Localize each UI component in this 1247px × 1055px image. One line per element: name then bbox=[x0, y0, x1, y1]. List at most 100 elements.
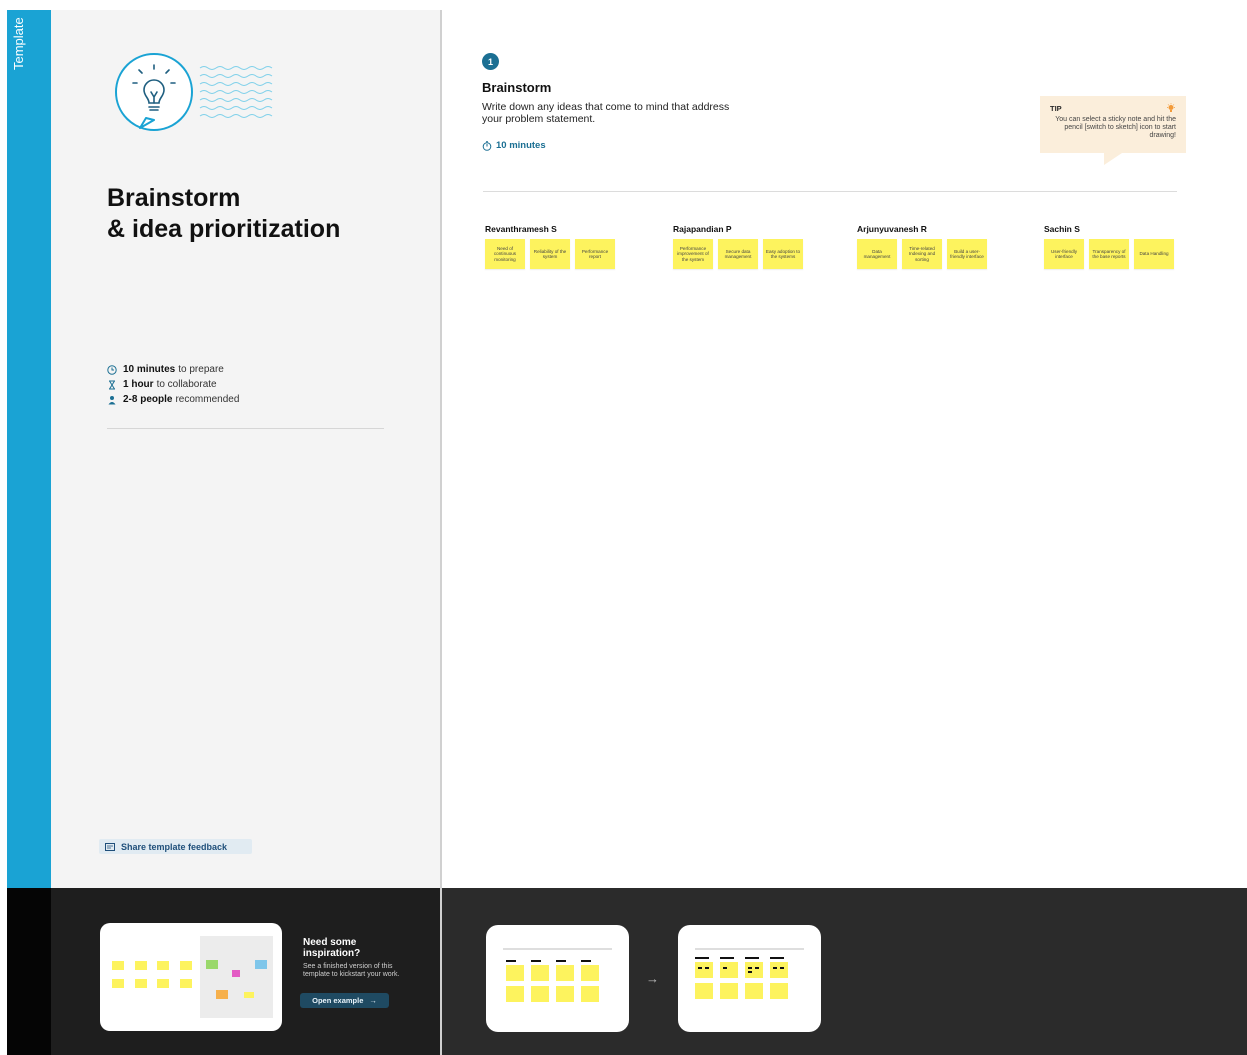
flow-dot bbox=[698, 967, 702, 969]
tip-tail bbox=[1104, 153, 1122, 165]
meta-people-text: recommended bbox=[175, 394, 240, 405]
meta-prepare-bold: 10 minutes bbox=[123, 364, 176, 375]
flow-bar bbox=[531, 960, 541, 962]
meta-collaborate: 1 hour to collaborate bbox=[107, 377, 239, 392]
flow-dot bbox=[773, 967, 777, 969]
inspiration-block: Need some inspiration? See a finished ve… bbox=[303, 937, 403, 979]
left-divider bbox=[107, 428, 384, 429]
example-thumbnail[interactable] bbox=[100, 923, 282, 1031]
template-label: Template bbox=[11, 17, 26, 70]
flow-sticky bbox=[695, 983, 713, 999]
flow-sticky bbox=[581, 986, 599, 1002]
share-feedback-label: Share template feedback bbox=[121, 841, 228, 852]
open-example-label: Open example bbox=[312, 996, 364, 1005]
flow-sticky bbox=[770, 983, 788, 999]
flow-dot bbox=[748, 967, 752, 969]
sticky-note[interactable]: Performance improvement of the system bbox=[673, 239, 713, 269]
page-title-line-2: & idea prioritization bbox=[107, 215, 341, 243]
hourglass-icon bbox=[109, 380, 115, 389]
person-group-arjunyuvanesh: Arjunyuvanesh R Data management Time-rel… bbox=[857, 224, 987, 269]
flow-sticky bbox=[720, 983, 738, 999]
flow-dot bbox=[755, 967, 759, 969]
bottom-strip bbox=[7, 888, 51, 1055]
template-meta-list: 10 minutes to prepare 1 hour to collabor… bbox=[107, 362, 239, 407]
sticky-note[interactable]: Transparency of the base reports bbox=[1089, 239, 1129, 269]
flow-sticky bbox=[745, 962, 763, 978]
flow-sticky bbox=[506, 986, 524, 1002]
flow-sticky bbox=[531, 965, 549, 981]
sticky-note[interactable]: Build a user-friendly interface bbox=[947, 239, 987, 269]
sticky-note[interactable]: Data management bbox=[857, 239, 897, 269]
flow-bar bbox=[770, 957, 784, 959]
person-name: Arjunyuvanesh R bbox=[857, 224, 927, 234]
lightbulb-speech-icon bbox=[115, 53, 273, 131]
open-example-button[interactable]: Open example → bbox=[300, 993, 389, 1008]
flow-sticky bbox=[581, 965, 599, 981]
mini-sticky bbox=[112, 961, 124, 970]
mini-sticky bbox=[157, 961, 169, 970]
flow-bar bbox=[695, 957, 709, 959]
sticky-note[interactable]: Need of continuous monitoring bbox=[485, 239, 525, 269]
timer-icon bbox=[482, 140, 492, 151]
flow-sticky bbox=[770, 962, 788, 978]
meta-prepare-text: to prepare bbox=[178, 364, 224, 375]
mini-sticky bbox=[206, 960, 218, 969]
person-group-revanthramesh: Revanthramesh S Need of continuous monit… bbox=[485, 224, 615, 269]
page-title-line-1: Brainstorm bbox=[107, 184, 241, 212]
mini-sticky bbox=[216, 990, 228, 999]
flow-sticky bbox=[556, 965, 574, 981]
sticky-note[interactable]: Performance report bbox=[575, 239, 615, 269]
step-number-badge: 1 bbox=[482, 53, 499, 70]
share-feedback-button[interactable]: Share template feedback bbox=[99, 839, 252, 854]
mini-sticky bbox=[180, 979, 192, 988]
mini-sticky bbox=[135, 979, 147, 988]
meta-prepare: 10 minutes to prepare bbox=[107, 362, 239, 377]
mini-sticky bbox=[244, 992, 254, 998]
meta-collaborate-bold: 1 hour bbox=[123, 379, 154, 390]
right-divider bbox=[483, 191, 1177, 192]
template-side-strip bbox=[7, 10, 51, 888]
arrow-right-icon: → bbox=[646, 971, 659, 986]
sticky-note[interactable]: User-friendly interface bbox=[1044, 239, 1084, 269]
mini-sticky bbox=[135, 961, 147, 970]
tip-text: You can select a sticky note and hit the… bbox=[1055, 116, 1176, 139]
step-duration-text: 10 minutes bbox=[496, 140, 546, 151]
sticky-note[interactable]: Data Handling bbox=[1134, 239, 1174, 269]
template-info-panel bbox=[51, 10, 440, 888]
person-group-rajapandian: Rajapandian P Performance improvement of… bbox=[673, 224, 803, 269]
sticky-note[interactable]: Reliability of the system bbox=[530, 239, 570, 269]
person-group-sachin: Sachin S User-friendly interface Transpa… bbox=[1044, 224, 1174, 269]
mini-sticky bbox=[180, 961, 192, 970]
mini-sticky bbox=[232, 970, 240, 977]
feedback-icon bbox=[105, 842, 115, 851]
flow-sticky bbox=[695, 962, 713, 978]
flow-line bbox=[695, 948, 804, 950]
tip-title: TIP bbox=[1050, 104, 1062, 113]
mini-sticky bbox=[112, 979, 124, 988]
flow-dot bbox=[748, 971, 752, 973]
flow-dot bbox=[780, 967, 784, 969]
flow-dot bbox=[705, 967, 709, 969]
page-title: Brainstorm & idea prioritization bbox=[107, 183, 340, 245]
flow-dot bbox=[723, 967, 727, 969]
sticky-note[interactable]: Secure data management bbox=[718, 239, 758, 269]
sticky-note[interactable]: Time-related Indexing and sorting bbox=[902, 239, 942, 269]
example-priority-grid bbox=[200, 936, 273, 1018]
tip-card: TIP You can select a sticky note and hit… bbox=[1040, 96, 1186, 153]
clock-icon bbox=[107, 364, 117, 375]
arrow-right-icon: → bbox=[369, 996, 377, 1005]
inspiration-text: See a finished version of this template … bbox=[303, 963, 400, 978]
person-name: Sachin S bbox=[1044, 224, 1080, 234]
flow-bar bbox=[506, 960, 516, 962]
flow-bar bbox=[556, 960, 566, 962]
sticky-note[interactable]: Easy adoption to the systems bbox=[763, 239, 803, 269]
flow-card-before bbox=[486, 925, 629, 1032]
flow-bar bbox=[720, 957, 734, 959]
meta-collaborate-text: to collaborate bbox=[156, 379, 217, 390]
flow-bar bbox=[745, 957, 759, 959]
flow-card-after bbox=[678, 925, 821, 1032]
flow-sticky bbox=[745, 983, 763, 999]
step-description: Write down any ideas that come to mind t… bbox=[482, 101, 730, 125]
person-icon bbox=[108, 395, 116, 404]
mini-sticky bbox=[157, 979, 169, 988]
